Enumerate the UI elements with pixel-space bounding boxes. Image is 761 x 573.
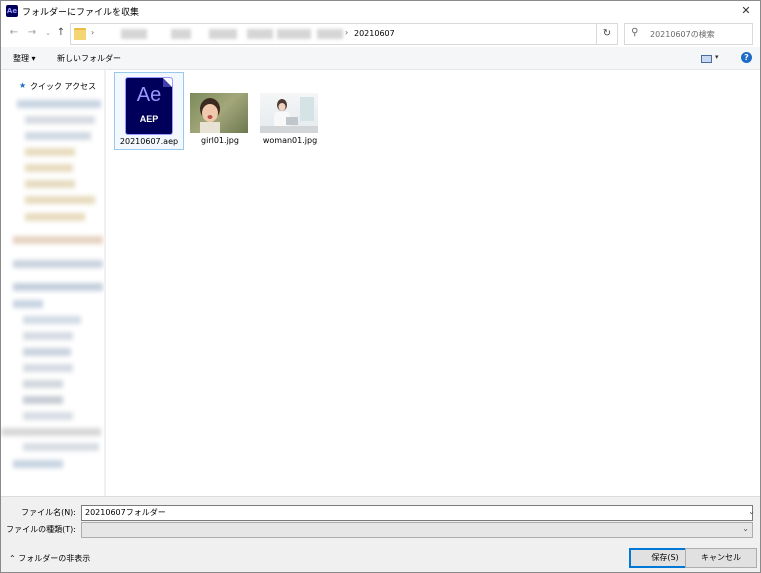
hide-folders-button[interactable]: ⌃ フォルダーの非表示 [9, 553, 90, 564]
nav-item-redacted[interactable] [13, 300, 43, 308]
file-name: woman01.jpg [262, 136, 318, 145]
filetype-select[interactable]: ⌄ [81, 522, 753, 538]
after-effects-project-icon: Ae AEP [125, 77, 173, 135]
nav-item-redacted[interactable] [23, 348, 71, 356]
filetype-dropdown-icon: ⌄ [742, 524, 749, 533]
nav-item-redacted[interactable] [13, 236, 103, 244]
file-name: 20210607.aep [119, 137, 179, 146]
view-options-icon[interactable] [701, 55, 712, 63]
filename-field[interactable]: 20210607フォルダー [81, 505, 753, 521]
nav-item-redacted[interactable] [13, 283, 103, 291]
dialog-footer: ファイル名(N): 20210607フォルダー ⌄ ファイルの種類(T): ⌄ … [1, 496, 760, 572]
cancel-button[interactable]: キャンセル [685, 548, 757, 568]
back-arrow-icon[interactable]: ← [7, 27, 21, 38]
help-icon[interactable]: ? [741, 52, 752, 63]
file-item-aep[interactable]: Ae AEP 20210607.aep [114, 72, 184, 150]
nav-item-redacted[interactable] [25, 132, 91, 140]
quick-access-label[interactable]: クイック アクセス [30, 81, 96, 92]
refresh-icon[interactable]: ↻ [596, 23, 618, 45]
nav-item-redacted[interactable] [25, 164, 73, 172]
nav-item-redacted[interactable] [25, 180, 75, 188]
nav-item-redacted[interactable] [25, 196, 95, 204]
address-bar[interactable]: › › 20210607 [70, 23, 618, 45]
file-item-woman01[interactable]: woman01.jpg [256, 72, 324, 148]
image-thumbnail [260, 93, 318, 133]
filename-dropdown-icon[interactable]: ⌄ [748, 507, 755, 516]
filetype-label: ファイルの種類(T): [6, 525, 76, 534]
new-folder-button[interactable]: 新しいフォルダー [57, 53, 121, 64]
recent-locations-chevron-icon[interactable]: ⌄ [41, 29, 55, 37]
nav-item-redacted[interactable] [25, 148, 75, 156]
nav-item-redacted[interactable] [13, 460, 63, 468]
breadcrumb-separator-icon: › [345, 28, 349, 37]
breadcrumb-redacted [121, 29, 147, 39]
folder-icon [74, 28, 86, 40]
ae-icon-small-text: AEP [139, 114, 159, 124]
nav-item-redacted[interactable] [1, 428, 101, 436]
filename-label: ファイル名(N): [21, 508, 76, 517]
nav-item-redacted[interactable] [25, 116, 95, 124]
nav-item-redacted[interactable] [23, 396, 63, 404]
breadcrumb-redacted [317, 29, 343, 39]
breadcrumb-redacted [209, 29, 237, 39]
title-bar: Ae フォルダーにファイルを収集 ✕ [1, 1, 760, 21]
nav-item-redacted[interactable] [13, 260, 103, 268]
file-name: girl01.jpg [201, 136, 239, 145]
ae-icon-big-text: Ae [136, 84, 162, 106]
nav-item-redacted[interactable] [25, 213, 85, 221]
breadcrumb-separator-icon: › [91, 28, 95, 37]
file-item-girl01[interactable]: girl01.jpg [186, 72, 254, 148]
save-dialog: Ae フォルダーにファイルを収集 ✕ ← → ⌄ ↑ › › 20210607 … [0, 0, 761, 573]
organize-button[interactable]: 整理 ▾ [13, 53, 36, 64]
search-input[interactable]: ⚲ 20210607の検索 [624, 23, 753, 45]
search-placeholder: 20210607の検索 [650, 30, 715, 39]
search-icon: ⚲ [631, 27, 639, 38]
nav-item-redacted[interactable] [23, 412, 73, 420]
image-thumbnail [190, 93, 248, 133]
nav-item-redacted[interactable] [17, 100, 101, 108]
pin-icon: ★ [19, 81, 27, 90]
nav-item-redacted[interactable] [23, 380, 63, 388]
breadcrumb-redacted [171, 29, 191, 39]
forward-arrow-icon[interactable]: → [25, 27, 39, 38]
command-bar: 整理 ▾ 新しいフォルダー ▾ ? [1, 47, 760, 70]
nav-item-redacted[interactable] [23, 443, 99, 451]
nav-item-redacted[interactable] [23, 332, 73, 340]
view-dropdown-icon[interactable]: ▾ [715, 53, 719, 61]
close-button[interactable]: ✕ [732, 1, 760, 21]
nav-item-redacted[interactable] [23, 364, 73, 372]
breadcrumb-current[interactable]: 20210607 [354, 29, 395, 38]
navigation-pane: ★ クイック アクセス [1, 70, 104, 496]
girl-photo-icon [200, 98, 220, 133]
woman-photo-icon [260, 97, 318, 133]
up-arrow-icon[interactable]: ↑ [54, 27, 68, 38]
breadcrumb-redacted [277, 29, 311, 39]
nav-item-redacted[interactable] [23, 316, 81, 324]
file-list: Ae AEP 20210607.aep girl01.jpg woman01.j… [106, 70, 760, 496]
window-title: フォルダーにファイルを収集 [22, 8, 140, 18]
breadcrumb-redacted [247, 29, 273, 39]
after-effects-icon: Ae [6, 5, 18, 17]
